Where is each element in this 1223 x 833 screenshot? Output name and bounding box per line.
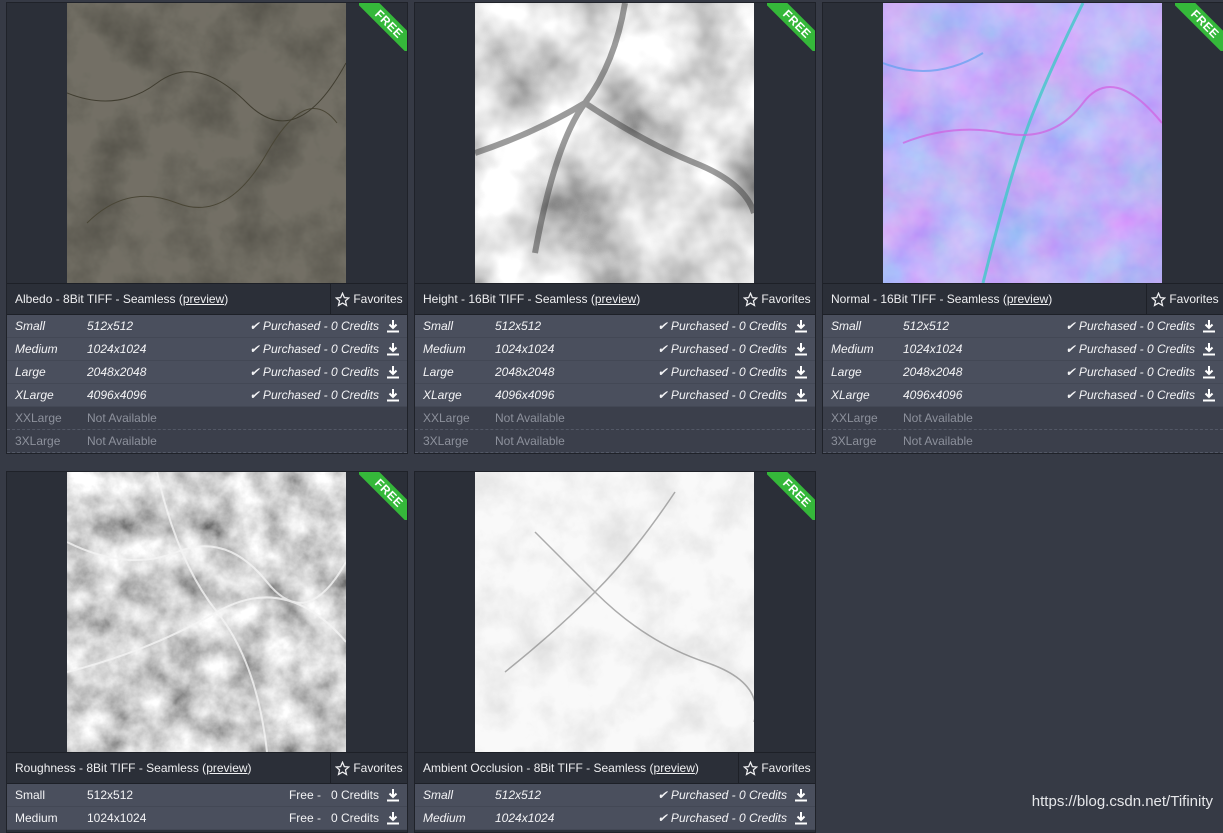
download-icon[interactable]	[386, 811, 400, 825]
download-row-small[interactable]: Small 512x512 ✔ Purchased - 0 Credits	[415, 784, 815, 807]
card-title-bar: Normal - 16Bit TIFF - Seamless (preview)…	[823, 283, 1223, 314]
favorites-button[interactable]: Favorites	[738, 753, 815, 783]
resolution-list: Small 512x512 ✔ Purchased - 0 Credits Medi…	[415, 783, 815, 830]
download-row-xlarge[interactable]: XLarge 4096x4096 ✔ Purchased - 0 Credits	[415, 384, 815, 407]
download-row-small[interactable]: Small 512x512 ✔ Purchased - 0 Credits	[7, 315, 407, 338]
thumbnail-area: FREE	[7, 472, 407, 752]
normal-texture-preview[interactable]	[883, 3, 1162, 283]
download-icon[interactable]	[386, 788, 400, 802]
preview-link[interactable]: preview	[206, 761, 247, 775]
download-row-small[interactable]: Small 512x512 ✔ Purchased - 0 Credits	[823, 315, 1223, 338]
favorites-button[interactable]: Favorites	[738, 284, 815, 314]
download-icon[interactable]	[386, 365, 400, 379]
resolution-list: Small 512x512 ✔ Purchased - 0 Credits Medi…	[823, 314, 1223, 453]
unavailable-row-xxlarge: XXLarge Not Available	[415, 407, 815, 430]
download-icon[interactable]	[794, 388, 808, 402]
card-title-bar: Ambient Occlusion - 8Bit TIFF - Seamless…	[415, 752, 815, 783]
download-icon[interactable]	[1202, 342, 1216, 356]
resolution-list: Small 512x512 ✔ Purchased - 0 Credits Medi…	[415, 314, 815, 453]
star-icon	[743, 291, 759, 307]
ao-texture-preview[interactable]	[475, 472, 754, 752]
albedo-texture-preview[interactable]	[67, 3, 346, 283]
free-ribbon: FREE	[767, 3, 815, 51]
unavailable-row-3xlarge: 3XLarge Not Available	[415, 430, 815, 453]
favorites-button[interactable]: Favorites	[330, 284, 407, 314]
download-icon[interactable]	[794, 342, 808, 356]
height-texture-preview[interactable]	[475, 3, 754, 283]
download-row-medium[interactable]: Medium 1024x1024 Free - 0 Credits	[7, 807, 407, 830]
favorites-button[interactable]: Favorites	[1146, 284, 1223, 314]
download-row-medium[interactable]: Medium 1024x1024 ✔ Purchased - 0 Credits	[7, 338, 407, 361]
download-icon[interactable]	[386, 319, 400, 333]
preview-link[interactable]: preview	[183, 292, 224, 306]
download-row-large[interactable]: Large 2048x2048 ✔ Purchased - 0 Credits	[823, 361, 1223, 384]
download-icon[interactable]	[794, 365, 808, 379]
texture-card-albedo: FREE Albedo - 8Bit TIFF - Seamless (prev…	[6, 2, 408, 454]
download-icon[interactable]	[386, 342, 400, 356]
texture-card-height: FREE Height - 16Bit TIFF - Seamless (pre…	[414, 2, 816, 454]
map-title: Albedo - 8Bit TIFF - Seamless (preview)	[15, 292, 229, 306]
download-icon[interactable]	[1202, 365, 1216, 379]
unavailable-row-3xlarge: 3XLarge Not Available	[7, 430, 407, 453]
thumbnail-area: FREE	[823, 3, 1223, 283]
download-row-small[interactable]: Small 512x512 ✔ Purchased - 0 Credits	[415, 315, 815, 338]
map-title: Ambient Occlusion - 8Bit TIFF - Seamless…	[423, 761, 699, 775]
free-ribbon: FREE	[359, 472, 407, 520]
texture-card-normal: FREE Normal - 16Bit TIFF - Seamless (pre…	[822, 2, 1223, 454]
download-row-large[interactable]: Large 2048x2048 ✔ Purchased - 0 Credits	[7, 361, 407, 384]
free-ribbon: FREE	[767, 472, 815, 520]
thumbnail-area: FREE	[415, 3, 815, 283]
thumbnail-area: FREE	[7, 3, 407, 283]
card-title-bar: Height - 16Bit TIFF - Seamless (preview)…	[415, 283, 815, 314]
download-row-medium[interactable]: Medium 1024x1024 ✔ Purchased - 0 Credits	[415, 807, 815, 830]
download-icon[interactable]	[794, 811, 808, 825]
texture-card-ambient-occlusion: FREE Ambient Occlusion - 8Bit TIFF - Sea…	[414, 471, 816, 833]
unavailable-row-xxlarge: XXLarge Not Available	[823, 407, 1223, 430]
card-title-bar: Roughness - 8Bit TIFF - Seamless (previe…	[7, 752, 407, 783]
map-title: Normal - 16Bit TIFF - Seamless (preview)	[831, 292, 1053, 306]
preview-link[interactable]: preview	[1007, 292, 1048, 306]
watermark: https://blog.csdn.net/Tifinity	[1031, 793, 1213, 810]
thumbnail-area: FREE	[415, 472, 815, 752]
map-title: Roughness - 8Bit TIFF - Seamless (previe…	[15, 761, 252, 775]
star-icon	[335, 760, 351, 776]
download-row-medium[interactable]: Medium 1024x1024 ✔ Purchased - 0 Credits	[415, 338, 815, 361]
download-row-xlarge[interactable]: XLarge 4096x4096 ✔ Purchased - 0 Credits	[823, 384, 1223, 407]
star-icon	[743, 760, 759, 776]
download-row-large[interactable]: Large 2048x2048 ✔ Purchased - 0 Credits	[415, 361, 815, 384]
download-icon[interactable]	[1202, 388, 1216, 402]
texture-card-roughness: FREE Roughness - 8Bit TIFF - Seamless (p…	[6, 471, 408, 833]
unavailable-row-xxlarge: XXLarge Not Available	[7, 407, 407, 430]
preview-link[interactable]: preview	[654, 761, 695, 775]
star-icon	[335, 291, 351, 307]
download-row-xlarge[interactable]: XLarge 4096x4096 ✔ Purchased - 0 Credits	[7, 384, 407, 407]
card-title-bar: Albedo - 8Bit TIFF - Seamless (preview) …	[7, 283, 407, 314]
roughness-texture-preview[interactable]	[67, 472, 346, 752]
download-icon[interactable]	[794, 319, 808, 333]
preview-link[interactable]: preview	[595, 292, 636, 306]
download-icon[interactable]	[794, 788, 808, 802]
download-row-small[interactable]: Small 512x512 Free - 0 Credits	[7, 784, 407, 807]
map-title: Height - 16Bit TIFF - Seamless (preview)	[423, 292, 641, 306]
download-row-medium[interactable]: Medium 1024x1024 ✔ Purchased - 0 Credits	[823, 338, 1223, 361]
free-ribbon: FREE	[359, 3, 407, 51]
unavailable-row-3xlarge: 3XLarge Not Available	[823, 430, 1223, 453]
resolution-list: Small 512x512 ✔ Purchased - 0 Credits Medi…	[7, 314, 407, 453]
star-icon	[1151, 291, 1167, 307]
favorites-button[interactable]: Favorites	[330, 753, 407, 783]
resolution-list: Small 512x512 Free - 0 Credits Medium 1024x…	[7, 783, 407, 830]
download-icon[interactable]	[1202, 319, 1216, 333]
free-ribbon: FREE	[1175, 3, 1223, 51]
download-icon[interactable]	[386, 388, 400, 402]
